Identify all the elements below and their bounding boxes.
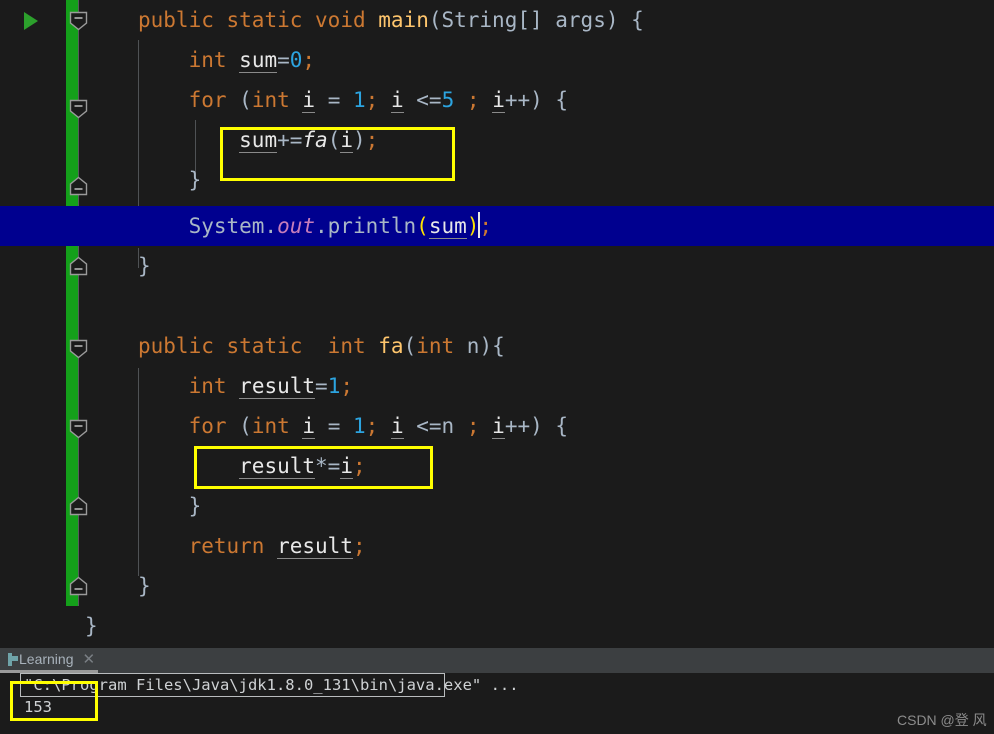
code-line-text: int sum=0; [188,48,316,73]
code-line[interactable]: } [0,566,994,606]
code-line-text: } [138,494,202,518]
code-line-text: } [85,614,98,638]
close-icon[interactable]: ✕ [83,652,96,667]
watermark: CSDN @登 风 [897,712,987,728]
code-line[interactable]: } [0,246,994,286]
code-line-text: sum+=fa(i); [239,128,379,153]
code-line-selected[interactable]: System.out.println(sum); [0,206,994,246]
code-line-text: } [138,168,202,192]
code-line[interactable]: } [0,606,994,646]
code-line-text: public static int fa(int n){ [138,334,505,358]
code-line[interactable]: sum+=fa(i); [0,120,994,160]
code-line[interactable]: public static int fa(int n){ [0,326,994,366]
ide-window: public static void main(String[] args) {… [0,0,994,734]
run-tool-window[interactable]: Learning ✕ "C:\Program Files\Java\jdk1.8… [0,648,994,734]
code-line[interactable]: for (int i = 1; i <=n ; i++) { [0,406,994,446]
code-line-text: public static void main(String[] args) { [138,8,644,32]
console-command-line: "C:\Program Files\Java\jdk1.8.0_131\bin\… [24,676,519,694]
code-line[interactable]: result*=i; [0,446,994,486]
tab-learning[interactable]: Learning ✕ [0,648,98,673]
code-line-text: int result=1; [188,374,353,399]
code-line[interactable]: public static void main(String[] args) { [0,0,994,40]
console-icon [8,652,18,666]
code-line-text: for (int i = 1; i <=5 ; i++) { [188,88,569,113]
code-editor[interactable]: public static void main(String[] args) {… [0,0,994,648]
code-line-text: result*=i; [239,454,366,479]
tab-label: Learning [19,651,74,667]
console-output[interactable]: "C:\Program Files\Java\jdk1.8.0_131\bin\… [0,673,994,734]
code-line-text: } [138,574,151,598]
code-content[interactable]: public static void main(String[] args) {… [0,0,994,648]
console-output-line: 153 [24,698,52,716]
code-line[interactable]: } [0,160,994,200]
code-line[interactable]: int sum=0; [0,40,994,80]
code-line[interactable]: for (int i = 1; i <=5 ; i++) { [0,80,994,120]
code-line-text: } [138,254,151,278]
code-line[interactable] [0,286,994,326]
code-line-text: return result; [188,534,366,559]
code-line-text: System.out.println(sum); [138,212,493,239]
code-line-text: for (int i = 1; i <=n ; i++) { [188,414,569,439]
tool-window-tabbar[interactable]: Learning ✕ [0,648,994,673]
code-line[interactable]: } [0,486,994,526]
code-line[interactable]: int result=1; [0,366,994,406]
code-line[interactable]: return result; [0,526,994,566]
